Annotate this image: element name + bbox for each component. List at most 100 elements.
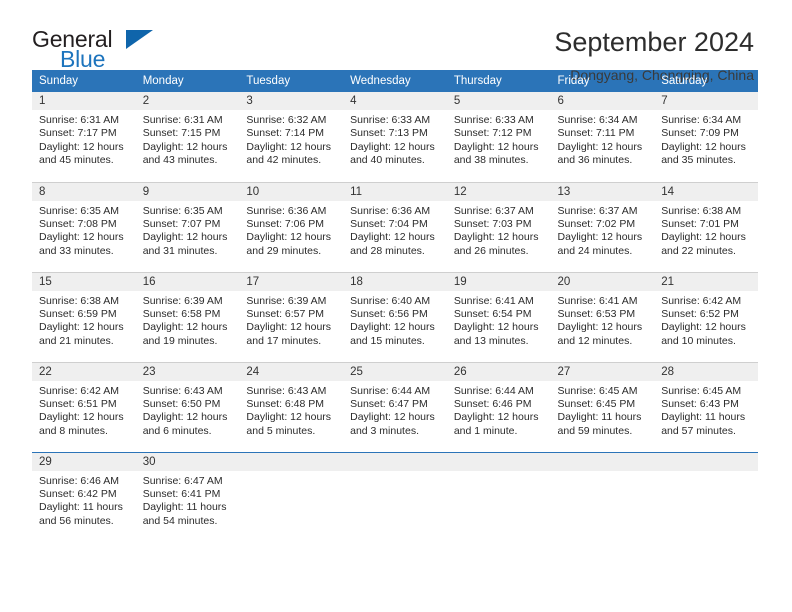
sunset-time: Sunset: 6:52 PM bbox=[661, 307, 739, 320]
calendar-day-cell[interactable]: 20 Sunrise: 6:41 AM Sunset: 6:53 PM Dayligh… bbox=[550, 271, 655, 362]
day-number: 3 bbox=[239, 92, 344, 110]
day-number: 14 bbox=[654, 182, 758, 201]
day-sun-info: Sunrise: 6:39 AM Sunset: 6:57 PM Daylight:… bbox=[239, 291, 343, 349]
day-number: 19 bbox=[446, 272, 551, 291]
calendar-day-cell[interactable]: 7 Sunrise: 6:34 AM Sunset: 7:09 PM Daylight… bbox=[654, 92, 758, 182]
day-sun-info: Sunrise: 6:44 AM Sunset: 6:47 PM Daylight:… bbox=[343, 381, 447, 439]
daylight-duration-line2: and 1 minute. bbox=[453, 424, 518, 437]
calendar-day-cell[interactable]: 5 Sunrise: 6:33 AM Sunset: 7:12 PM Daylight… bbox=[446, 92, 551, 182]
day-number: 29 bbox=[32, 452, 136, 471]
day-sun-info: Sunrise: 6:32 AM Sunset: 7:14 PM Daylight:… bbox=[239, 110, 343, 168]
calendar-day-cell[interactable]: 18 Sunrise: 6:40 AM Sunset: 6:56 PM Dayligh… bbox=[343, 271, 447, 362]
sunset-time: Sunset: 6:46 PM bbox=[453, 397, 532, 410]
day-sun-info: Sunrise: 6:47 AM Sunset: 6:41 PM Daylight:… bbox=[136, 471, 240, 529]
day-sun-info: Sunrise: 6:41 AM Sunset: 6:53 PM Daylight:… bbox=[551, 291, 655, 349]
calendar-day-cell[interactable]: 26 Sunrise: 6:44 AM Sunset: 6:46 PM Dayligh… bbox=[446, 361, 551, 452]
day-number: 9 bbox=[135, 182, 240, 201]
calendar-day-cell[interactable]: 2 Sunrise: 6:31 AM Sunset: 7:15 PM Daylight… bbox=[135, 92, 240, 182]
day-sun-info: Sunrise: 6:36 AM Sunset: 7:06 PM Daylight:… bbox=[239, 201, 343, 259]
calendar-day-cell[interactable]: 14 Sunrise: 6:38 AM Sunset: 7:01 PM Dayligh… bbox=[654, 181, 758, 272]
daylight-duration-line2: and 33 minutes. bbox=[39, 244, 114, 257]
day-number: 28 bbox=[654, 362, 758, 381]
calendar-day-cell[interactable]: 4 Sunrise: 6:33 AM Sunset: 7:13 PM Daylight… bbox=[343, 92, 447, 182]
day-number: 25 bbox=[343, 362, 447, 381]
calendar-day-cell[interactable]: 30 Sunrise: 6:47 AM Sunset: 6:41 PM Dayligh… bbox=[135, 451, 240, 542]
calendar-day-cell[interactable]: 8 Sunrise: 6:35 AM Sunset: 7:08 PM Daylight… bbox=[32, 181, 136, 272]
day-number: 24 bbox=[239, 362, 344, 381]
sunrise-time: Sunrise: 6:36 AM bbox=[246, 204, 327, 217]
day-number: 30 bbox=[135, 452, 240, 471]
sunset-time: Sunset: 6:48 PM bbox=[246, 397, 325, 410]
sunrise-time: Sunrise: 6:37 AM bbox=[453, 204, 534, 217]
daylight-duration-line1: Daylight: 12 hours bbox=[350, 140, 435, 153]
calendar-day-cell[interactable]: 10 Sunrise: 6:36 AM Sunset: 7:06 PM Dayligh… bbox=[239, 181, 344, 272]
sunrise-time: Sunrise: 6:34 AM bbox=[557, 114, 638, 126]
calendar-day-cell[interactable]: 28 Sunrise: 6:45 AM Sunset: 6:43 PM Dayligh… bbox=[654, 361, 758, 452]
daylight-duration-line2: and 28 minutes. bbox=[350, 244, 425, 257]
calendar-day-cell[interactable]: 21 Sunrise: 6:42 AM Sunset: 6:52 PM Dayligh… bbox=[654, 271, 758, 362]
calendar-container: Sunday Monday Tuesday Wednesday Thursday… bbox=[32, 70, 758, 542]
brand-word-blue: Blue bbox=[60, 46, 106, 72]
daylight-duration-line1: Daylight: 12 hours bbox=[557, 140, 643, 153]
calendar-day-cell[interactable]: 3 Sunrise: 6:32 AM Sunset: 7:14 PM Daylight… bbox=[239, 92, 344, 182]
calendar-day-cell[interactable]: 22 Sunrise: 6:42 AM Sunset: 6:51 PM Dayligh… bbox=[32, 361, 136, 452]
sunset-time: Sunset: 7:03 PM bbox=[453, 217, 532, 230]
sunset-time: Sunset: 7:12 PM bbox=[453, 127, 532, 140]
sunrise-time: Sunrise: 6:40 AM bbox=[350, 294, 431, 307]
day-sun-info: Sunrise: 6:33 AM Sunset: 7:13 PM Daylight:… bbox=[343, 110, 447, 168]
daylight-duration-line2: and 22 minutes. bbox=[661, 244, 736, 257]
sunrise-time: Sunrise: 6:44 AM bbox=[350, 384, 431, 397]
sunrise-time: Sunrise: 6:32 AM bbox=[246, 114, 327, 126]
calendar-day-cell[interactable]: 13 Sunrise: 6:37 AM Sunset: 7:02 PM Dayligh… bbox=[550, 181, 655, 272]
general-blue-logo[interactable]: General Blue bbox=[32, 26, 153, 72]
calendar-day-cell[interactable]: 24 Sunrise: 6:43 AM Sunset: 6:48 PM Dayligh… bbox=[239, 361, 344, 452]
calendar-day-cell-empty bbox=[550, 451, 655, 542]
weekday-header-wednesday: Wednesday bbox=[343, 70, 447, 92]
sunset-time: Sunset: 6:57 PM bbox=[246, 307, 325, 320]
sunset-time: Sunset: 7:15 PM bbox=[142, 127, 221, 140]
calendar-day-cell[interactable]: 1 Sunrise: 6:31 AM Sunset: 7:17 PM Daylight… bbox=[32, 92, 136, 182]
calendar-week-row: 1 Sunrise: 6:31 AM Sunset: 7:17 PM Daylight… bbox=[32, 92, 758, 182]
daylight-duration-line2: and 29 minutes. bbox=[246, 244, 322, 257]
sunrise-time: Sunrise: 6:35 AM bbox=[39, 204, 119, 217]
sunset-time: Sunset: 7:02 PM bbox=[557, 217, 636, 230]
daylight-duration-line2: and 3 minutes. bbox=[350, 424, 419, 437]
daylight-duration-line1: Daylight: 12 hours bbox=[453, 411, 539, 424]
calendar-day-cell[interactable]: 15 Sunrise: 6:38 AM Sunset: 6:59 PM Dayligh… bbox=[32, 271, 136, 362]
calendar-day-cell[interactable]: 25 Sunrise: 6:44 AM Sunset: 6:47 PM Dayligh… bbox=[343, 361, 447, 452]
day-sun-info: Sunrise: 6:38 AM Sunset: 7:01 PM Daylight:… bbox=[654, 201, 758, 259]
daylight-duration-line2: and 38 minutes. bbox=[453, 154, 529, 167]
calendar-week-row: 8 Sunrise: 6:35 AM Sunset: 7:08 PM Daylight… bbox=[32, 181, 758, 272]
day-sun-info: Sunrise: 6:31 AM Sunset: 7:17 PM Daylight:… bbox=[32, 110, 136, 168]
calendar-day-cell[interactable]: 29 Sunrise: 6:46 AM Sunset: 6:42 PM Dayligh… bbox=[32, 451, 136, 542]
daylight-duration-line1: Daylight: 12 hours bbox=[142, 321, 228, 334]
day-number: 23 bbox=[135, 362, 240, 381]
sunrise-time: Sunrise: 6:39 AM bbox=[142, 294, 223, 307]
day-sun-info: Sunrise: 6:45 AM Sunset: 6:45 PM Daylight:… bbox=[551, 381, 655, 439]
day-sun-info: Sunrise: 6:39 AM Sunset: 6:58 PM Daylight:… bbox=[136, 291, 240, 349]
calendar-day-cell[interactable]: 19 Sunrise: 6:41 AM Sunset: 6:54 PM Dayligh… bbox=[446, 271, 551, 362]
sunset-time: Sunset: 7:09 PM bbox=[661, 127, 739, 140]
calendar-day-cell[interactable]: 17 Sunrise: 6:39 AM Sunset: 6:57 PM Dayligh… bbox=[239, 271, 344, 362]
day-sun-info: Sunrise: 6:38 AM Sunset: 6:59 PM Daylight:… bbox=[32, 291, 136, 349]
calendar-day-cell[interactable]: 23 Sunrise: 6:43 AM Sunset: 6:50 PM Dayligh… bbox=[135, 361, 240, 452]
daylight-duration-line2: and 57 minutes. bbox=[661, 424, 736, 437]
calendar-day-cell[interactable]: 16 Sunrise: 6:39 AM Sunset: 6:58 PM Dayligh… bbox=[135, 271, 240, 362]
day-sun-info: Sunrise: 6:45 AM Sunset: 6:43 PM Daylight:… bbox=[654, 381, 758, 439]
calendar-day-cell[interactable]: 6 Sunrise: 6:34 AM Sunset: 7:11 PM Daylight… bbox=[550, 92, 655, 182]
daylight-duration-line1: Daylight: 12 hours bbox=[350, 231, 435, 244]
daylight-duration-line2: and 24 minutes. bbox=[557, 244, 633, 257]
calendar-day-cell[interactable]: 11 Sunrise: 6:36 AM Sunset: 7:04 PM Dayligh… bbox=[343, 181, 447, 272]
calendar-day-cell[interactable]: 9 Sunrise: 6:35 AM Sunset: 7:07 PM Daylight… bbox=[135, 181, 240, 272]
day-number: 4 bbox=[343, 92, 447, 110]
sunset-time: Sunset: 6:58 PM bbox=[142, 307, 221, 320]
calendar-day-cell[interactable]: 27 Sunrise: 6:45 AM Sunset: 6:45 PM Dayligh… bbox=[550, 361, 655, 452]
calendar-body: 1 Sunrise: 6:31 AM Sunset: 7:17 PM Daylight… bbox=[32, 92, 758, 542]
daylight-duration-line2: and 8 minutes. bbox=[39, 424, 108, 437]
day-sun-info: Sunrise: 6:35 AM Sunset: 7:08 PM Daylight:… bbox=[32, 201, 136, 259]
daylight-duration-line2: and 21 minutes. bbox=[39, 334, 114, 347]
sunrise-time: Sunrise: 6:39 AM bbox=[246, 294, 327, 307]
day-number: 21 bbox=[654, 272, 758, 291]
calendar-day-cell[interactable]: 12 Sunrise: 6:37 AM Sunset: 7:03 PM Dayligh… bbox=[446, 181, 551, 272]
day-number: 20 bbox=[550, 272, 655, 291]
